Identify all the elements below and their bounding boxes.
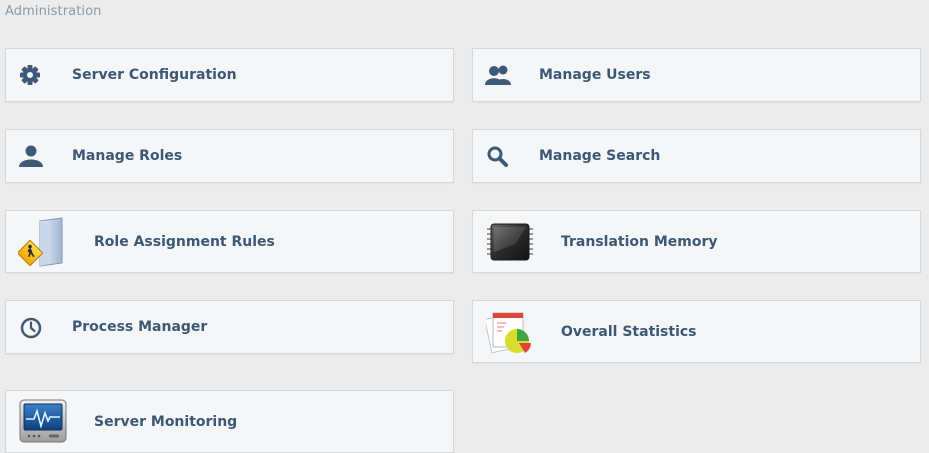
monitor-icon <box>19 399 67 445</box>
statistics-chart-icon <box>486 309 536 357</box>
page-title: Administration <box>5 4 102 19</box>
overall-statistics-tile[interactable]: Overall Statistics <box>472 300 921 363</box>
tile-label: Process Manager <box>72 319 208 335</box>
users-icon <box>485 64 513 86</box>
tile-label: Server Monitoring <box>94 413 238 430</box>
tile-label: Translation Memory <box>561 233 718 250</box>
manage-roles-tile[interactable]: Manage Roles <box>5 129 454 183</box>
memory-chip-icon <box>487 222 533 262</box>
tile-label: Manage Roles <box>72 148 183 164</box>
role-assignment-rules-tile[interactable]: Role Assignment Rules <box>5 210 454 273</box>
server-monitoring-tile[interactable]: Server Monitoring <box>5 390 454 453</box>
process-manager-tile[interactable]: Process Manager <box>5 300 454 354</box>
search-icon <box>487 146 509 168</box>
tile-label: Role Assignment Rules <box>94 233 275 250</box>
translation-memory-tile[interactable]: Translation Memory <box>472 210 921 273</box>
server-configuration-tile[interactable]: Server Configuration <box>5 48 454 102</box>
clock-icon <box>20 317 42 339</box>
manage-search-tile[interactable]: Manage Search <box>472 129 921 183</box>
user-icon <box>18 145 44 167</box>
manage-users-tile[interactable]: Manage Users <box>472 48 921 102</box>
tile-label: Manage Search <box>539 148 661 164</box>
tile-label: Server Configuration <box>72 67 237 83</box>
rules-folder-icon <box>18 217 68 267</box>
gear-icon <box>19 64 41 86</box>
tile-label: Manage Users <box>539 67 651 83</box>
tile-label: Overall Statistics <box>561 323 697 340</box>
